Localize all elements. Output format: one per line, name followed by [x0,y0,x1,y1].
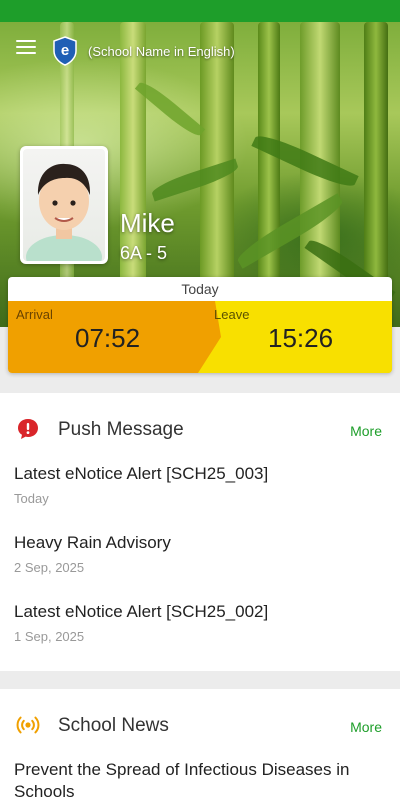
list-item[interactable]: Latest eNotice Alert [SCH25_003] Today [0,463,400,532]
broadcast-icon [16,716,40,734]
leave-label: Leave [214,307,250,322]
leave-time: 15:26 [268,323,334,353]
message-date: Today [14,491,49,506]
list-item[interactable]: Prevent the Spread of Infectious Disease… [0,759,400,800]
attendance-times: Arrival 07:52 Leave 15:26 [8,301,392,373]
svg-text:e: e [61,42,69,59]
attendance-date-label: Today [181,281,219,297]
alert-bubble-icon [18,419,38,439]
school-name: (School Name in English) [88,44,235,59]
school-news-header: School News More [0,689,400,759]
attendance-card[interactable]: Today Arrival 07:52 Leave 15:26 [8,277,392,373]
student-class: 6A - 5 [120,243,168,263]
news-title: Prevent the Spread of Infectious Disease… [14,760,350,800]
push-message-more-link[interactable]: More [350,423,382,439]
message-title: Latest eNotice Alert [SCH25_002] [14,602,269,621]
message-title: Latest eNotice Alert [SCH25_003] [14,464,269,483]
push-message-section: Push Message More Latest eNotice Alert [… [0,393,400,671]
push-message-header: Push Message More [0,393,400,463]
school-news-more-link[interactable]: More [350,719,382,735]
student-name: Mike [120,208,175,238]
arrival-label: Arrival [16,307,53,322]
school-news-title: School News [58,715,169,736]
hamburger-menu-icon[interactable] [16,40,36,56]
student-avatar [26,163,102,261]
push-message-title: Push Message [58,419,184,440]
student-photo [20,146,108,264]
school-news-section: School News More Prevent the Spread of I… [0,689,400,800]
arrival-time: 07:52 [75,323,141,353]
list-item[interactable]: Latest eNotice Alert [SCH25_002] 1 Sep, … [0,601,400,670]
message-date: 2 Sep, 2025 [14,560,85,575]
message-date: 1 Sep, 2025 [14,629,85,644]
status-bar [0,0,400,22]
school-logo-icon: e [53,36,77,66]
message-title: Heavy Rain Advisory [14,533,171,552]
list-item[interactable]: Heavy Rain Advisory 2 Sep, 2025 [0,532,400,601]
